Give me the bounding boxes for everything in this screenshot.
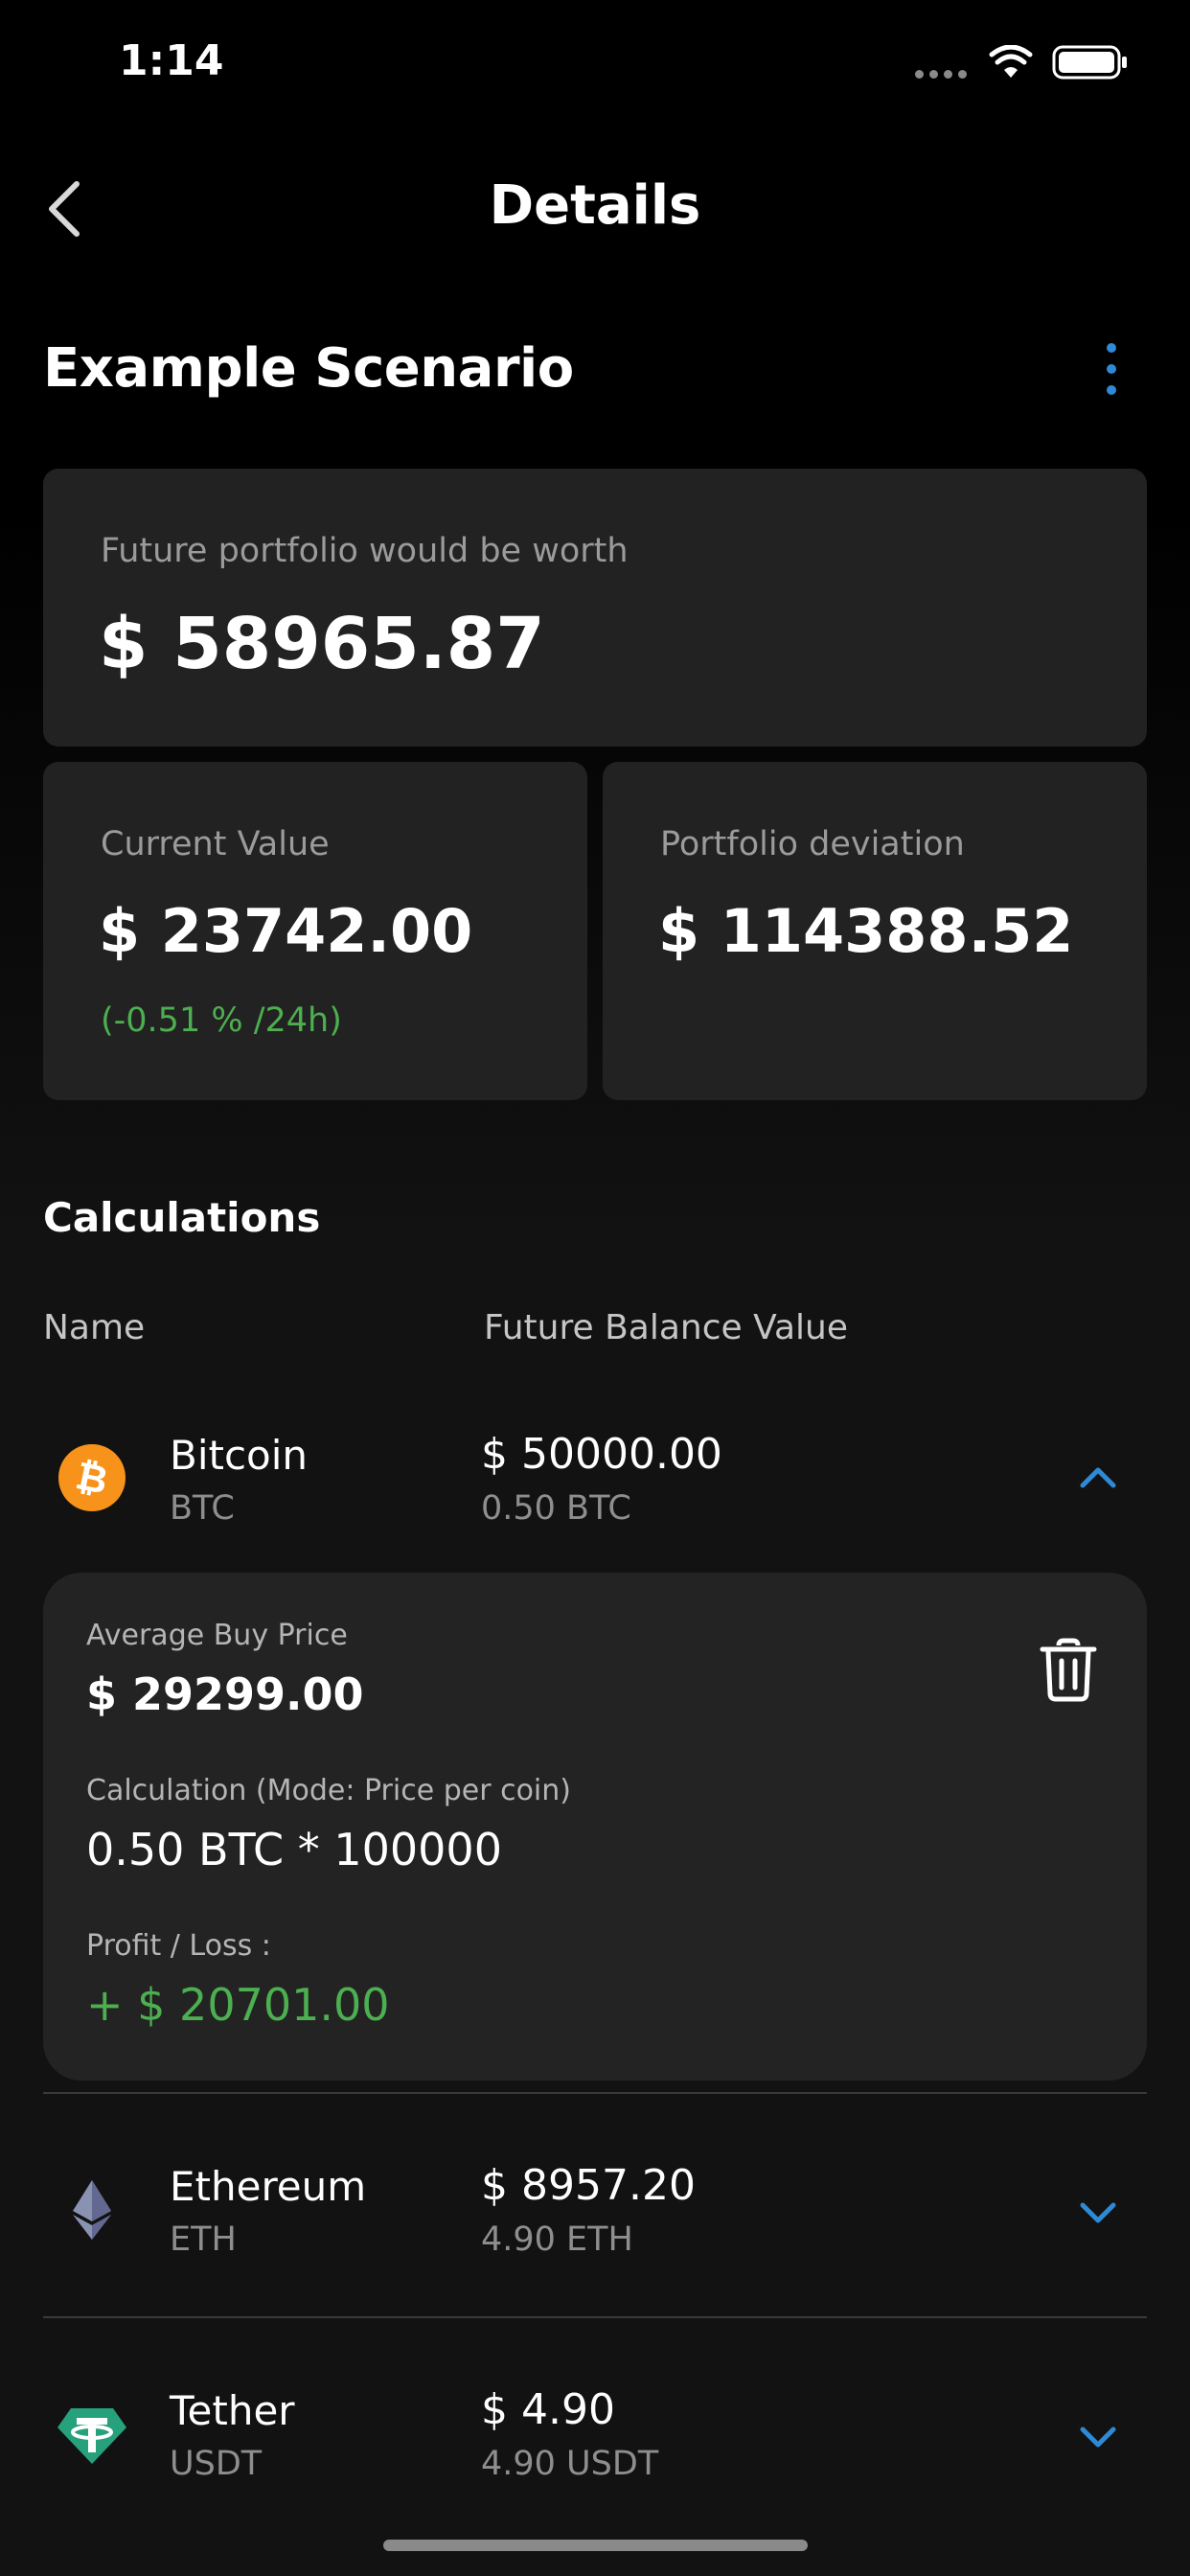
coin-value: $ 4.90	[481, 2385, 615, 2434]
wifi-icon	[989, 45, 1033, 78]
divider	[43, 2092, 1147, 2094]
calculation-value: 0.50 BTC * 100000	[86, 1824, 502, 1875]
future-value: $ 58965.87	[99, 603, 545, 685]
calculations-title: Calculations	[43, 1194, 321, 1241]
coin-row-ethereum[interactable]: Ethereum ETH $ 8957.20 4.90 ETH	[0, 2140, 1190, 2274]
signal-icon	[915, 70, 967, 79]
ethereum-icon	[73, 2180, 111, 2240]
trash-icon[interactable]	[1040, 1638, 1097, 1703]
future-value-card: Future portfolio would be worth $ 58965.…	[43, 469, 1147, 747]
current-value: $ 23742.00	[99, 896, 473, 966]
avg-buy-price-value: $ 29299.00	[86, 1668, 364, 1720]
current-change: (-0.51 % /24h)	[101, 1001, 342, 1040]
coin-amount: 0.50 BTC	[481, 1489, 631, 1528]
deviation-value: $ 114388.52	[658, 896, 1074, 966]
coin-symbol: USDT	[170, 2445, 263, 2483]
profit-loss-label: Profit / Loss :	[86, 1929, 271, 1963]
coin-symbol: ETH	[170, 2220, 237, 2259]
coin-name: Ethereum	[170, 2163, 367, 2210]
coin-amount: 4.90 ETH	[481, 2220, 633, 2259]
current-value-card: Current Value $ 23742.00 (-0.51 % /24h)	[43, 762, 587, 1100]
coin-amount: 4.90 USDT	[481, 2445, 659, 2483]
coin-row-tether[interactable]: Tether USDT $ 4.90 4.90 USDT	[0, 2364, 1190, 2498]
bitcoin-icon: ₿	[58, 1444, 126, 1511]
nav-title: Details	[489, 174, 701, 237]
battery-icon	[1052, 45, 1127, 80]
column-name-header: Name	[43, 1308, 146, 1347]
coin-symbol: BTC	[170, 1489, 235, 1528]
scenario-title: Example Scenario	[43, 337, 574, 400]
chevron-down-icon[interactable]	[1078, 2197, 1118, 2226]
home-indicator[interactable]	[383, 2540, 808, 2551]
divider	[43, 2316, 1147, 2318]
avg-buy-price-label: Average Buy Price	[86, 1619, 348, 1652]
chevron-up-icon[interactable]	[1078, 1462, 1118, 1491]
chevron-down-icon[interactable]	[1078, 2422, 1118, 2450]
coin-value: $ 50000.00	[481, 1430, 722, 1479]
column-future-header: Future Balance Value	[484, 1308, 848, 1347]
coin-value: $ 8957.20	[481, 2161, 696, 2210]
calculation-label: Calculation (Mode: Price per coin)	[86, 1774, 571, 1807]
deviation-card: Portfolio deviation $ 114388.52	[603, 762, 1147, 1100]
profit-loss-value: + $ 20701.00	[86, 1979, 390, 2031]
status-indicators	[915, 43, 1131, 81]
more-options-icon[interactable]	[1092, 337, 1133, 401]
coin-name: Bitcoin	[170, 1432, 309, 1479]
status-time: 1:14	[119, 36, 224, 85]
tether-icon	[57, 2408, 126, 2464]
deviation-label: Portfolio deviation	[660, 825, 965, 863]
future-value-label: Future portfolio would be worth	[101, 532, 629, 570]
coin-name: Tether	[170, 2387, 295, 2434]
coin-row-bitcoin[interactable]: ₿ Bitcoin BTC $ 50000.00 0.50 BTC	[0, 1409, 1190, 1543]
current-value-label: Current Value	[101, 825, 330, 863]
bitcoin-detail-panel: Average Buy Price $ 29299.00 Calculation…	[43, 1573, 1147, 2081]
